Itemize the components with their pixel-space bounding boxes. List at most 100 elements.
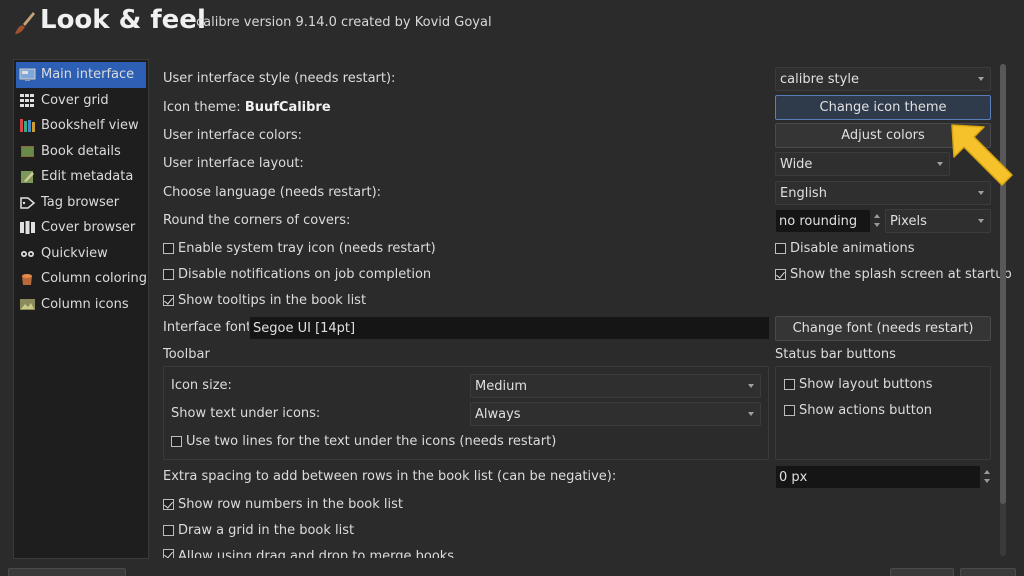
change-font-button[interactable]: Change font (needs restart): [775, 316, 991, 341]
round-corners-unit-value: Pixels: [890, 213, 927, 229]
icon-theme-value: BuufCalibre: [244, 100, 331, 115]
drag-drop-checkbox[interactable]: Allow using drag and drop to merge books: [163, 549, 454, 558]
row-numbers-label: Show row numbers in the book list: [178, 497, 403, 512]
system-tray-label: Enable system tray icon (needs restart): [178, 241, 436, 256]
sidebar-item-edit-metadata[interactable]: Edit metadata: [14, 164, 148, 190]
ui-layout-label: User interface layout:: [163, 156, 304, 171]
chevron-down-icon: [978, 77, 984, 81]
sidebar-item-cover-grid[interactable]: Cover grid: [14, 88, 148, 114]
extra-spacing-stepper[interactable]: [981, 465, 993, 489]
checkbox-box[interactable]: [163, 525, 174, 536]
sidebar-item-label: Bookshelf view: [41, 118, 139, 134]
sidebar-item-label: Cover grid: [41, 92, 109, 108]
system-tray-checkbox[interactable]: Enable system tray icon (needs restart): [163, 241, 436, 256]
extra-spacing-spinbox[interactable]: 0 px: [775, 465, 981, 489]
show-layout-buttons-checkbox[interactable]: Show layout buttons: [784, 377, 933, 392]
sidebar-item-column-icons[interactable]: Column icons: [14, 292, 148, 318]
round-corners-value: no rounding: [779, 213, 858, 229]
sidebar-item-cover-browser[interactable]: Cover browser: [14, 215, 148, 241]
icon-size-value: Medium: [475, 378, 527, 394]
chevron-down-icon: [748, 412, 754, 416]
disable-notifications-checkbox[interactable]: Disable notifications on job completion: [163, 267, 431, 282]
status-bar-group-title: Status bar buttons: [775, 347, 896, 362]
edit-icon: [21, 171, 34, 184]
tag-icon: [20, 197, 36, 209]
image-icon: [20, 298, 35, 310]
language-value: English: [780, 185, 827, 201]
version-text: calibre version 9.14.0 created by Kovid …: [196, 15, 492, 30]
round-corners-unit-select[interactable]: Pixels: [885, 209, 991, 233]
interface-font-value: Segoe UI [14pt]: [253, 320, 356, 336]
row-numbers-checkbox[interactable]: Show row numbers in the book list: [163, 497, 403, 512]
bottom-ok-button[interactable]: [890, 568, 954, 576]
bottom-cancel-button[interactable]: [960, 568, 1016, 576]
sidebar-item-label: Edit metadata: [41, 169, 134, 185]
step-down-icon[interactable]: [984, 479, 990, 483]
page-title: Look & feel: [40, 5, 206, 35]
bookshelf-icon: [20, 119, 35, 133]
round-corners-spinbox[interactable]: no rounding: [775, 209, 871, 233]
round-corners-stepper[interactable]: [871, 209, 883, 233]
extra-spacing-value: 0 px: [779, 469, 808, 485]
show-actions-button-checkbox[interactable]: Show actions button: [784, 403, 932, 418]
bottom-left-button[interactable]: [8, 568, 126, 576]
ui-style-value: calibre style: [780, 71, 859, 87]
interface-font-field[interactable]: Segoe UI [14pt]: [249, 316, 770, 340]
language-label: Choose language (needs restart):: [163, 185, 382, 200]
annotation-arrow-icon: [951, 124, 1013, 186]
checkbox-box[interactable]: [775, 269, 786, 280]
sidebar-item-column-coloring[interactable]: Column coloring: [14, 266, 148, 292]
chevron-down-icon: [748, 384, 754, 388]
sidebar-item-label: Book details: [41, 143, 121, 159]
step-down-icon[interactable]: [874, 223, 880, 227]
icon-size-select[interactable]: Medium: [470, 374, 761, 398]
round-corners-label: Round the corners of covers:: [163, 213, 351, 228]
two-lines-label: Use two lines for the text under the ico…: [186, 434, 557, 449]
sidebar-item-quickview[interactable]: Quickview: [14, 241, 148, 267]
ui-style-label: User interface style (needs restart):: [163, 71, 396, 86]
icon-size-label: Icon size:: [171, 378, 232, 393]
draw-grid-label: Draw a grid in the book list: [178, 523, 355, 538]
step-up-icon[interactable]: [984, 470, 990, 474]
show-layout-buttons-label: Show layout buttons: [799, 377, 933, 392]
sidebar-item-label: Column icons: [41, 296, 129, 312]
show-text-label: Show text under icons:: [171, 406, 321, 421]
checkbox-box[interactable]: [163, 243, 174, 254]
sidebar-item-label: Column coloring: [41, 271, 148, 287]
disable-animations-checkbox[interactable]: Disable animations: [775, 241, 914, 256]
sidebar-item-label: Main interface: [41, 67, 135, 83]
disable-animations-label: Disable animations: [790, 241, 915, 256]
cover-browser-icon: [20, 221, 35, 235]
drag-drop-label: Allow using drag and drop to merge books: [178, 549, 455, 558]
sidebar-item-tag-browser[interactable]: Tag browser: [14, 190, 148, 216]
checkbox-box[interactable]: [163, 549, 174, 558]
ui-layout-value: Wide: [780, 156, 813, 172]
paintbrush-icon: [15, 12, 35, 34]
tooltips-checkbox[interactable]: Show tooltips in the book list: [163, 293, 366, 308]
extra-spacing-label: Extra spacing to add between rows in the…: [163, 469, 617, 484]
show-text-select[interactable]: Always: [470, 402, 761, 426]
eyes-icon: [21, 250, 34, 257]
sidebar-item-book-details[interactable]: Book details: [14, 139, 148, 165]
checkbox-box[interactable]: [163, 269, 174, 280]
draw-grid-checkbox[interactable]: Draw a grid in the book list: [163, 523, 354, 538]
checkbox-box[interactable]: [163, 295, 174, 306]
sidebar-item-bookshelf-view[interactable]: Bookshelf view: [14, 113, 148, 139]
checkbox-box[interactable]: [775, 243, 786, 254]
step-up-icon[interactable]: [874, 214, 880, 218]
tooltips-label: Show tooltips in the book list: [178, 293, 367, 308]
chevron-down-icon: [937, 162, 943, 166]
sidebar-item-main-interface[interactable]: Main interface: [16, 62, 146, 88]
ui-style-select[interactable]: calibre style: [775, 67, 991, 91]
splash-screen-label: Show the splash screen at startup: [790, 267, 1012, 282]
checkbox-box[interactable]: [784, 405, 795, 416]
show-actions-button-label: Show actions button: [799, 403, 933, 418]
two-lines-checkbox[interactable]: Use two lines for the text under the ico…: [171, 434, 556, 449]
checkbox-box[interactable]: [171, 436, 182, 447]
ui-layout-select[interactable]: Wide: [775, 152, 950, 176]
header: Look & feel calibre version 9.14.0 creat…: [0, 0, 1024, 50]
splash-screen-checkbox[interactable]: Show the splash screen at startup: [775, 267, 1012, 282]
checkbox-box[interactable]: [163, 499, 174, 510]
chevron-down-icon: [978, 219, 984, 223]
checkbox-box[interactable]: [784, 379, 795, 390]
